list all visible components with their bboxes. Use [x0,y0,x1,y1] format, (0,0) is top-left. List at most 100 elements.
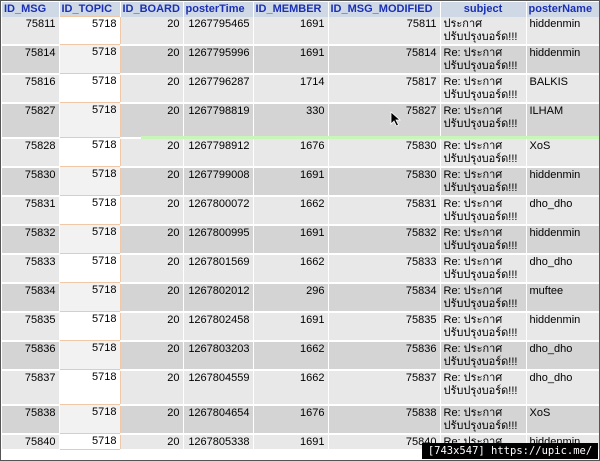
table-cell[interactable]: 1662 [253,369,329,406]
table-cell[interactable]: 75830 [2,166,60,197]
table-cell[interactable]: 5718 [58,433,121,450]
table-cell[interactable]: 20 [120,224,184,255]
table-cell[interactable]: 75831 [328,195,441,226]
table-row[interactable]: 75816 5718 20 1267796287 1714 75817 Re: ประกาศ… [2,73,599,104]
table-cell[interactable]: 75840 [2,433,60,451]
table-row[interactable]: 75832 5718 20 1267800995 1691 75832 Re: ประกาศ… [2,224,599,255]
table-cell[interactable]: 75832 [2,224,60,255]
table-cell[interactable]: 5718 [58,282,121,312]
table-cell[interactable]: 75817 [328,73,441,104]
table-cell[interactable]: 1662 [253,253,329,284]
column-header[interactable]: posterName [526,2,599,17]
table-cell[interactable]: 1267795996 [183,44,254,75]
table-row[interactable]: 75814 5718 20 1267795996 1691 75814 Re: ประกาศ… [2,44,599,75]
poster-name-cell[interactable]: dho_dho [526,340,599,371]
column-header[interactable]: ID_MEMBER [253,2,329,17]
table-cell[interactable]: 20 [120,137,184,168]
table-cell[interactable]: 20 [120,16,184,46]
table-cell[interactable]: 5718 [58,253,121,283]
poster-name-cell[interactable]: ILHAM [526,102,599,139]
table-cell[interactable]: 20 [120,433,184,451]
table-cell[interactable]: 20 [120,73,184,104]
table-cell[interactable]: 5718 [58,44,121,74]
table-cell[interactable]: 5718 [58,102,121,138]
subject-cell[interactable]: Re: ประกาศ ปรับปรุงบอร์ด!!! [440,253,527,284]
table-row[interactable]: 75837 5718 20 1267804559 1662 75837 Re: ประกาศ… [2,369,599,406]
table-cell[interactable]: 5718 [58,224,121,254]
table-cell[interactable]: 1691 [253,16,329,46]
table-cell[interactable]: 75811 [2,16,60,46]
poster-name-cell[interactable]: XoS [526,404,599,435]
subject-cell[interactable]: Re: ประกาศ ปรับปรุงบอร์ด!!! [440,137,527,168]
poster-name-cell[interactable]: dho_dho [526,369,599,406]
table-cell[interactable]: 1267798819 [183,102,254,139]
subject-cell[interactable]: Re: ประกาศ ปรับปรุงบอร์ด!!! [440,73,527,104]
subject-cell[interactable]: Re: ประกาศ ปรับปรุงบอร์ด!!! [440,311,527,342]
table-cell[interactable]: 1267801569 [183,253,254,284]
table-cell[interactable]: 75834 [328,282,441,313]
table-cell[interactable]: 1676 [253,404,329,435]
subject-cell[interactable]: Re: ประกาศ ปรับปรุงบอร์ด!!! [440,404,527,435]
table-cell[interactable]: 20 [120,166,184,197]
table-cell[interactable]: 75814 [2,44,60,75]
table-cell[interactable]: 1267799008 [183,166,254,197]
table-cell[interactable]: 75828 [2,137,60,168]
table-cell[interactable]: 1691 [253,224,329,255]
subject-cell[interactable]: Re: ประกาศ ปรับปรุงบอร์ด!!! [440,340,527,371]
table-cell[interactable]: 1267802012 [183,282,254,313]
table-cell[interactable]: 75835 [2,311,60,342]
subject-cell[interactable]: Re: ประกาศ ปรับปรุงบอร์ด!!! [440,102,527,139]
poster-name-cell[interactable]: BALKIS [526,73,599,104]
table-cell[interactable]: 75830 [328,137,441,168]
table-cell[interactable]: 1267795465 [183,16,254,46]
subject-cell[interactable]: Re: ประกาศ ปรับปรุงบอร์ด!!! [440,195,527,226]
table-cell[interactable]: 1267803203 [183,340,254,371]
table-cell[interactable]: 20 [120,102,184,139]
table-row[interactable]: 75831 5718 20 1267800072 1662 75831 Re: ประกาศ… [2,195,599,226]
table-cell[interactable]: 1691 [253,44,329,75]
table-cell[interactable]: 1691 [253,166,329,197]
poster-name-cell[interactable]: hiddenmin [526,16,599,46]
table-cell[interactable]: 5718 [58,73,121,103]
table-row[interactable]: 75835 5718 20 1267802458 1691 75835 Re: ประกาศ… [2,311,599,342]
poster-name-cell[interactable]: dho_dho [526,195,599,226]
table-cell[interactable]: 1691 [253,311,329,342]
table-cell[interactable]: 20 [120,369,184,406]
table-cell[interactable]: 296 [253,282,329,313]
table-cell[interactable]: 5718 [58,166,121,196]
column-header[interactable]: ID_MSG [2,2,60,17]
table-cell[interactable]: 1662 [253,195,329,226]
table-cell[interactable]: 1691 [253,433,329,451]
column-header[interactable]: posterTime [183,2,254,17]
table-cell[interactable]: 1662 [253,340,329,371]
table-cell[interactable]: 5718 [58,195,121,225]
table-row[interactable]: 75838 5718 20 1267804654 1676 75838 Re: ประกาศ… [2,404,599,435]
table-cell[interactable]: 20 [120,44,184,75]
table-cell[interactable]: 1267796287 [183,73,254,104]
table-cell[interactable]: 20 [120,282,184,313]
subject-cell[interactable]: Re: ประกาศ ปรับปรุงบอร์ด!!! [440,282,527,313]
table-cell[interactable]: 20 [120,253,184,284]
poster-name-cell[interactable]: hiddenmin [526,166,599,197]
table-cell[interactable]: 75837 [2,369,60,406]
table-row[interactable]: 75828 5718 20 1267798912 1676 75830 Re: ประกาศ… [2,137,599,168]
table-cell[interactable]: 5718 [58,137,121,167]
table-cell[interactable]: 75834 [2,282,60,313]
table-cell[interactable]: 75837 [328,369,441,406]
table-cell[interactable]: 20 [120,404,184,435]
table-row[interactable]: 75827 5718 20 1267798819 330 75827 Re: ประกาศป… [2,102,599,139]
table-cell[interactable]: 75814 [328,44,441,75]
subject-cell[interactable]: Re: ประกาศ ปรับปรุงบอร์ด!!! [440,224,527,255]
table-cell[interactable]: 75827 [328,102,441,139]
table-cell[interactable]: 1267804654 [183,404,254,435]
subject-cell[interactable]: ประกาศ ปรับปรุงบอร์ด!!! [440,16,527,46]
table-cell[interactable]: 5718 [58,311,121,341]
table-cell[interactable]: 75836 [2,340,60,371]
subject-cell[interactable]: Re: ประกาศ ปรับปรุงบอร์ด!!! [440,166,527,197]
subject-cell[interactable]: Re: ประกาศ ปรับปรุงบอร์ด!!! [440,369,527,406]
table-row[interactable]: 75834 5718 20 1267802012 296 75834 Re: ประกาศป… [2,282,599,313]
table-cell[interactable]: 1267804559 [183,369,254,406]
table-cell[interactable]: 1267800072 [183,195,254,226]
table-cell[interactable]: 75833 [2,253,60,284]
table-cell[interactable]: 75831 [2,195,60,226]
